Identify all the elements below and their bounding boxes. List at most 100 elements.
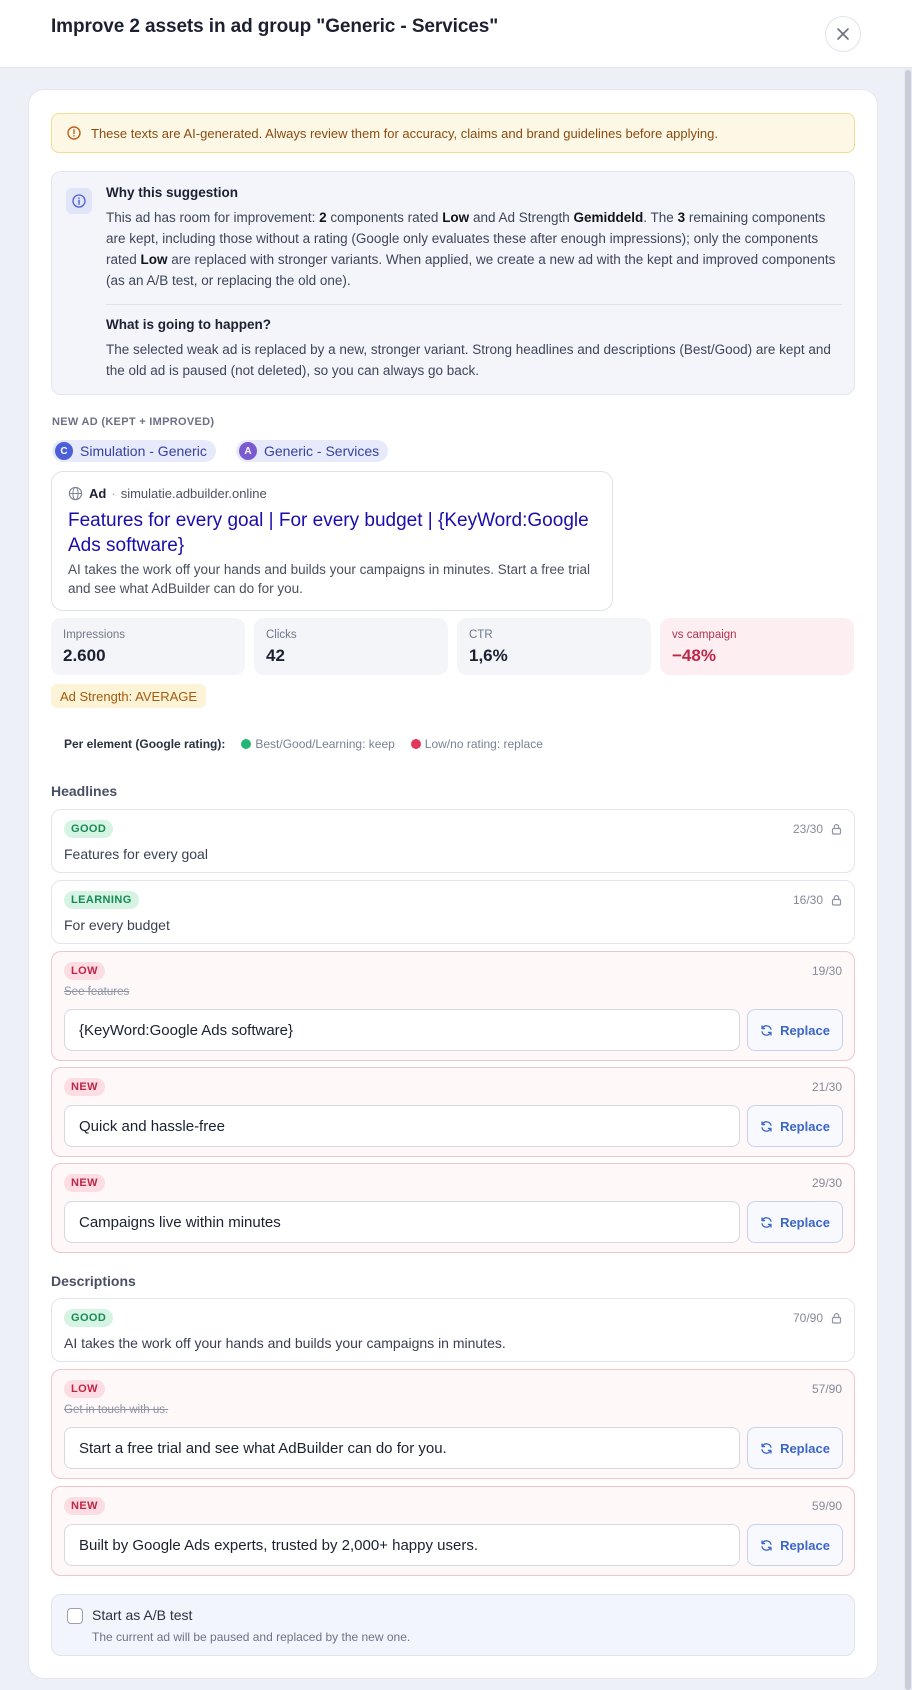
why-suggestion-panel: Why this suggestion This ad has room for…: [51, 171, 855, 395]
descriptions-title: Descriptions: [51, 1273, 136, 1289]
rating-legend: Per element (Google rating): Best/Good/L…: [64, 737, 543, 751]
adgroup-name: Generic - Services: [264, 443, 380, 459]
legend-dot-replace: [410, 739, 421, 749]
char-count: 21/30: [811, 1080, 842, 1094]
globe-icon: [68, 486, 83, 501]
stat-label: vs campaign: [672, 629, 737, 641]
headline-item: LEARNING 16/30 For every budget: [51, 880, 855, 944]
stat-value: 2.600: [63, 646, 106, 665]
ab-test-option[interactable]: Start as A/B test The current ad will be…: [51, 1594, 855, 1656]
status-badge: NEW: [64, 1078, 105, 1096]
legend-title: Per element (Google rating):: [64, 737, 226, 751]
stat-vs-campaign: vs campaign −48%: [660, 618, 854, 675]
stat-value: 1,6%: [469, 646, 508, 665]
info-icon: [66, 188, 92, 214]
refresh-icon: [761, 1216, 772, 1228]
close-icon: [837, 28, 849, 40]
old-text: Get in touch with us.: [64, 1404, 169, 1416]
char-count: 23/30: [793, 822, 842, 836]
stat-value: −48%: [672, 646, 716, 665]
char-count: 59/90: [811, 1499, 842, 1513]
char-count: 16/30: [793, 893, 842, 907]
separator-dot: ·: [111, 486, 116, 501]
stat-value: 42: [266, 646, 285, 665]
description-input[interactable]: Start a free trial and see what AdBuilde…: [64, 1427, 740, 1469]
ad-label: Ad: [89, 486, 107, 501]
replace-button[interactable]: Replace: [747, 1009, 843, 1051]
legend-replace: Low/no rating: replace: [424, 737, 543, 751]
description-item: GOOD 70/90 AI takes the work off your ha…: [51, 1298, 855, 1362]
lock-icon: [831, 824, 842, 835]
status-badge: LOW: [64, 962, 105, 980]
old-text: See features: [64, 986, 130, 998]
headline-input[interactable]: {KeyWord:Google Ads software}: [64, 1009, 740, 1051]
description-item-low: LOW 57/90 Get in touch with us. Start a …: [51, 1369, 855, 1479]
replace-button[interactable]: Replace: [747, 1427, 843, 1469]
ad-preview: Ad · simulatie.adbuilder.online Features…: [51, 471, 613, 611]
lock-icon: [831, 895, 842, 906]
warning-text: These texts are AI-generated. Always rev…: [91, 125, 718, 141]
char-count: 19/30: [811, 964, 842, 978]
ad-headline: Features for every goal | For every budg…: [68, 510, 589, 556]
ai-warning-banner: These texts are AI-generated. Always rev…: [51, 113, 855, 153]
lock-icon: [831, 1313, 842, 1324]
ad-description: AI takes the work off your hands and bui…: [68, 562, 591, 596]
campaign-name: Simulation - Generic: [80, 443, 207, 459]
campaign-avatar: C: [55, 442, 73, 460]
headline-item: GOOD 23/30 Features for every goal: [51, 809, 855, 873]
what-happens-text: The selected weak ad is replaced by a ne…: [106, 342, 831, 378]
replace-button[interactable]: Replace: [747, 1524, 843, 1566]
ab-test-label[interactable]: Start as A/B test: [92, 1607, 192, 1623]
refresh-icon: [761, 1539, 772, 1551]
status-badge: NEW: [64, 1497, 105, 1515]
headlines-title: Headlines: [51, 783, 118, 799]
stat-impressions: Impressions 2.600: [51, 618, 245, 675]
replace-button[interactable]: Replace: [747, 1201, 843, 1243]
headline-item-new: NEW 21/30 Quick and hassle-free Replace: [51, 1067, 855, 1157]
char-count: 29/30: [811, 1176, 842, 1190]
legend-keep: Best/Good/Learning: keep: [255, 737, 395, 751]
stat-label: CTR: [469, 629, 493, 641]
status-badge: NEW: [64, 1174, 105, 1192]
scrollbar[interactable]: [904, 68, 912, 1690]
warning-icon: [67, 126, 81, 140]
replace-button[interactable]: Replace: [747, 1105, 843, 1147]
status-badge: LEARNING: [64, 891, 139, 909]
scrollbar-thumb[interactable]: [905, 70, 911, 1690]
stat-label: Clicks: [266, 629, 297, 641]
why-explanation: This ad has room for improvement: 2 comp…: [106, 210, 836, 288]
refresh-icon: [761, 1024, 772, 1036]
adgroup-avatar: A: [239, 442, 257, 460]
headline-text: For every budget: [64, 917, 170, 933]
new-ad-section-label: NEW AD (KEPT + IMPROVED): [52, 416, 215, 428]
ab-test-hint: The current ad will be paused and replac…: [92, 1630, 411, 1644]
status-badge: GOOD: [64, 820, 114, 838]
refresh-icon: [761, 1442, 772, 1454]
description-input[interactable]: Built by Google Ads experts, trusted by …: [64, 1524, 740, 1566]
dialog-title: Improve 2 assets in ad group "Generic - …: [51, 16, 499, 37]
stat-clicks: Clicks 42: [254, 618, 448, 675]
close-button[interactable]: [825, 16, 861, 52]
ad-strength-badge: Ad Strength: AVERAGE: [51, 684, 207, 708]
status-badge: GOOD: [64, 1309, 114, 1327]
refresh-icon: [761, 1120, 772, 1132]
status-badge: LOW: [64, 1380, 105, 1398]
stat-ctr: CTR 1,6%: [457, 618, 651, 675]
headline-item-new: NEW 29/30 Campaigns live within minutes …: [51, 1163, 855, 1253]
headline-input[interactable]: Quick and hassle-free: [64, 1105, 740, 1147]
dialog-header: Improve 2 assets in ad group "Generic - …: [0, 0, 912, 68]
description-text: AI takes the work off your hands and bui…: [64, 1335, 506, 1351]
char-count: 70/90: [793, 1311, 842, 1325]
ab-test-checkbox[interactable]: [67, 1608, 83, 1624]
legend-dot-keep: [241, 739, 252, 749]
divider: [106, 304, 842, 305]
headline-text: Features for every goal: [64, 846, 208, 862]
what-happens-title: What is going to happen?: [106, 317, 271, 332]
headline-input[interactable]: Campaigns live within minutes: [64, 1201, 740, 1243]
headline-item-low: LOW 19/30 See features {KeyWord:Google A…: [51, 951, 855, 1061]
description-item-new: NEW 59/90 Built by Google Ads experts, t…: [51, 1486, 855, 1576]
adgroup-chip[interactable]: A Generic - Services: [236, 440, 389, 462]
char-count: 57/90: [811, 1382, 842, 1396]
campaign-chip[interactable]: C Simulation - Generic: [52, 440, 216, 462]
ad-domain: simulatie.adbuilder.online: [120, 486, 267, 501]
